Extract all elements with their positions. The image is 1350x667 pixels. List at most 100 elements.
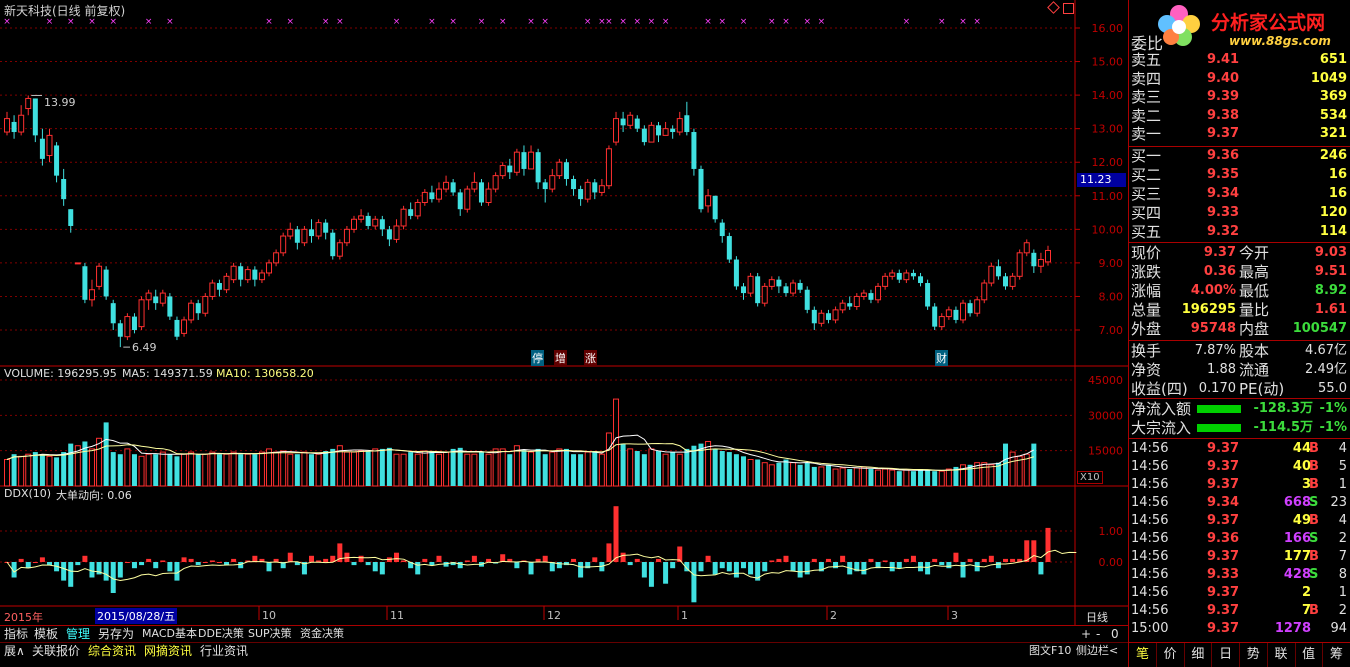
candle-body [676, 118, 683, 133]
bottom-zero-button[interactable]: 0 [1111, 626, 1119, 642]
candle-body [46, 134, 53, 157]
ddx-bar [195, 562, 201, 566]
kline-chart-area[interactable]: 16.00 15.00 14.00 13.00 12.00 11.00 10.00 9.00 8… [0, 0, 1128, 625]
candle-body [1009, 275, 1016, 287]
sidebar-toggle-button[interactable]: 侧边栏< [1076, 643, 1118, 659]
bottom-plus-button[interactable]: + [1081, 626, 1091, 642]
volume-bar [797, 464, 803, 486]
tick-row[interactable]: 14:56 9.33 428 S 8 [1129, 566, 1350, 584]
candle-body [485, 188, 492, 203]
tab-manage[interactable]: 管理 [66, 626, 90, 642]
candle-body [889, 272, 896, 277]
signal-marker: × [393, 17, 401, 27]
panel-tab[interactable]: 日 [1212, 643, 1241, 667]
volume-bar [11, 454, 17, 486]
flow-divider [1129, 398, 1350, 399]
event-tag-rise[interactable]: 涨 [584, 350, 597, 366]
candle-body [967, 303, 973, 314]
volume-bar [853, 467, 860, 487]
volume-bar [761, 462, 768, 487]
ddx-bar [351, 562, 357, 566]
volume-bar [421, 450, 428, 487]
kline-chart-svg[interactable]: 16.0015.0014.0013.0012.0011.0010.009.008… [0, 0, 1128, 625]
bottom-minus-button[interactable]: - [1096, 626, 1100, 642]
tick-row[interactable]: 14:56 9.37 49 B 4 [1129, 512, 1350, 530]
tab-expand[interactable]: 展∧ [4, 643, 25, 659]
tab-fund[interactable]: 资金决策 [300, 626, 344, 642]
candle-body [598, 185, 605, 193]
tab-dde[interactable]: DDE决策 [198, 626, 244, 642]
panel-tab[interactable]: 筹 [1323, 643, 1350, 667]
bid-volume: 246 [1319, 148, 1347, 163]
tick-row[interactable]: 14:56 9.37 2 1 [1129, 584, 1350, 602]
event-tag-stop[interactable]: 停 [531, 350, 544, 366]
f10-button[interactable]: 图文F10 [1029, 643, 1071, 659]
candle-body [301, 228, 308, 244]
tick-row[interactable]: 15:00 9.37 1278 94 [1129, 620, 1350, 638]
tab-macd[interactable]: MACD基本 [142, 626, 197, 642]
tick-row[interactable]: 14:56 9.36 166 S 2 [1129, 530, 1350, 548]
chart-title: 新天科技(日线 前复权) [4, 4, 126, 18]
signal-marker: × [584, 17, 592, 27]
ddx-bar [429, 562, 435, 566]
volume-bar [981, 462, 988, 487]
panel-tab[interactable]: 笔 [1129, 643, 1157, 667]
panel-tab[interactable]: 价 [1157, 643, 1185, 667]
candle-body [372, 218, 379, 227]
tick-row[interactable]: 14:56 9.37 44 B 4 [1129, 440, 1350, 458]
panel-tab[interactable]: 联 [1268, 643, 1296, 667]
tick-row[interactable]: 14:56 9.37 177 B 7 [1129, 548, 1350, 566]
panel-tab[interactable]: 值 [1295, 643, 1324, 667]
period-label[interactable]: 日线 [1086, 609, 1108, 625]
tab-industry-news[interactable]: 行业资讯 [200, 643, 248, 659]
volume-bar [818, 466, 825, 487]
event-tag-increase[interactable]: 增 [554, 350, 567, 366]
tab-indicator[interactable]: 指标 [4, 626, 28, 642]
candle-body [797, 283, 803, 290]
candle-body [860, 292, 867, 297]
bid-label: 买三 [1131, 185, 1162, 203]
candle-body [513, 151, 520, 173]
tick-time: 14:56 [1131, 531, 1169, 546]
candle-body [266, 262, 273, 274]
ddx-bar [762, 562, 768, 572]
ddx-bar [39, 557, 45, 562]
tick-count: 94 [1330, 621, 1347, 636]
ddx-bar [698, 562, 704, 572]
flow-value: -114.5万 [1253, 420, 1313, 435]
candle-body [945, 309, 952, 318]
tab-comprehensive-news[interactable]: 综合资讯 [88, 643, 136, 659]
price-tick-label: 9.00 [1099, 257, 1124, 270]
volume-bar [209, 451, 216, 487]
panel-tab[interactable]: 细 [1184, 643, 1213, 667]
flow-bar [1197, 424, 1241, 432]
tick-row[interactable]: 14:56 9.37 40 B 5 [1129, 458, 1350, 476]
tab-sup[interactable]: SUP决策 [248, 626, 292, 642]
volume-bar [662, 453, 669, 487]
tick-row[interactable]: 14:56 9.37 3 B 1 [1129, 476, 1350, 494]
volume-bar [457, 447, 463, 486]
candle-body [768, 279, 775, 287]
tick-direction: B [1309, 549, 1319, 564]
candle-body [691, 132, 697, 169]
tab-template[interactable]: 模板 [34, 626, 58, 642]
event-tag-finance[interactable]: 财 [935, 350, 948, 366]
tab-related-quotes[interactable]: 关联报价 [32, 643, 80, 659]
ask-label: 卖四 [1131, 69, 1162, 88]
corner-box-icon[interactable] [1063, 3, 1074, 14]
candle-body [280, 235, 287, 254]
candle-body [499, 165, 506, 177]
candle-body [309, 229, 315, 237]
tab-save-as[interactable]: 另存为 [98, 626, 134, 642]
volume-bar [875, 469, 882, 487]
tick-row[interactable]: 14:56 9.34 668 S 23 [1129, 494, 1350, 512]
ddx-bar [1038, 562, 1044, 575]
tab-digest-news[interactable]: 网摘资讯 [144, 643, 192, 659]
ask-row: 卖五 9.41 651 [1129, 51, 1350, 69]
ask-volume: 369 [1319, 89, 1347, 105]
candle-body [974, 299, 981, 314]
panel-tab[interactable]: 势 [1240, 643, 1268, 667]
candle-body [386, 229, 392, 240]
price-tick-label: 10.00 [1092, 223, 1124, 236]
tick-row[interactable]: 14:56 9.37 7 B 2 [1129, 602, 1350, 620]
